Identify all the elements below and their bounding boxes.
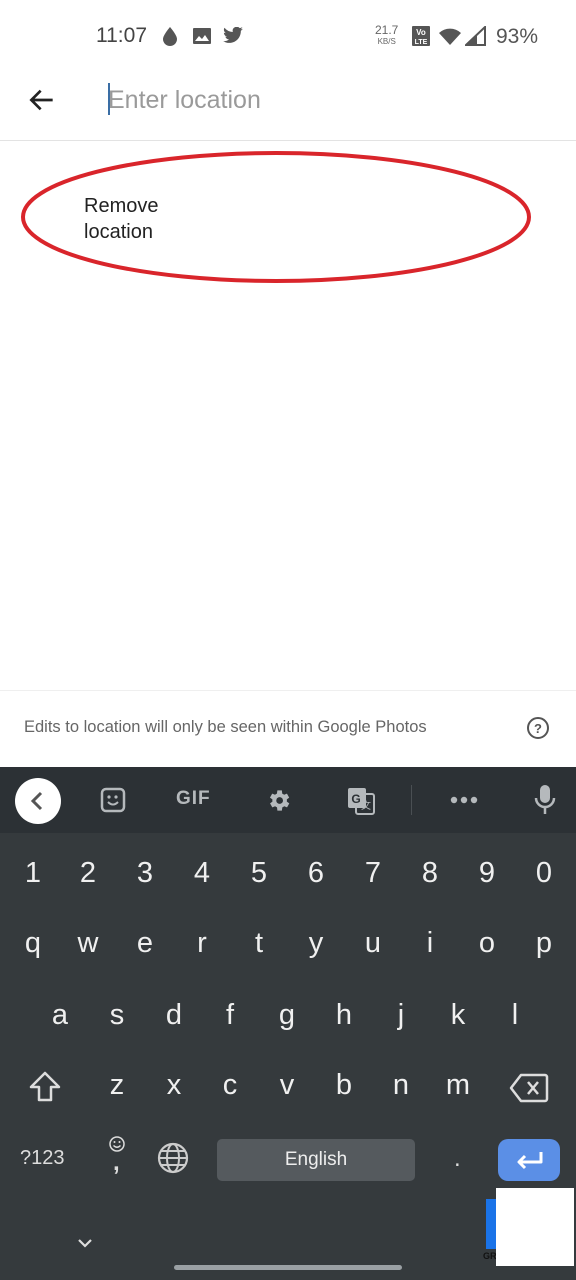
sticker-icon[interactable] <box>100 787 126 813</box>
key-i[interactable]: i <box>410 927 450 960</box>
status-time: 11:07 <box>96 24 147 47</box>
enter-key[interactable] <box>498 1139 560 1181</box>
key-b[interactable]: b <box>324 1069 364 1102</box>
keyboard: GIF G文 1 2 3 4 5 6 7 8 9 0 q w e r t y u… <box>0 767 576 1280</box>
remove-location-label-line1: Remove <box>84 195 159 217</box>
key-j[interactable]: j <box>381 999 421 1032</box>
keyboard-toolbar: GIF G文 <box>0 767 576 833</box>
number-row: 1 2 3 4 5 6 7 8 9 0 <box>0 847 576 903</box>
enter-icon <box>517 1152 543 1170</box>
remove-location-option[interactable]: Remove location <box>84 193 204 245</box>
key-7[interactable]: 7 <box>353 857 393 890</box>
key-q[interactable]: q <box>13 927 53 960</box>
letter-row-1: q w e r t y u i o p <box>0 917 576 973</box>
key-6[interactable]: 6 <box>296 857 336 890</box>
wifi-icon <box>439 28 461 45</box>
key-d[interactable]: d <box>154 999 194 1032</box>
signal-icon <box>465 26 486 46</box>
key-v[interactable]: v <box>267 1069 307 1102</box>
comma-emoji-key[interactable]: , <box>104 1135 130 1179</box>
key-s[interactable]: s <box>97 999 137 1032</box>
period-key[interactable]: . <box>454 1145 461 1173</box>
volte-icon: Vo LTE <box>412 26 430 46</box>
key-2[interactable]: 2 <box>68 857 108 890</box>
watermark-text: GR <box>483 1251 497 1261</box>
location-edit-note: Edits to location will only be seen with… <box>24 718 427 736</box>
text-cursor <box>108 83 110 115</box>
toolbar-separator <box>411 785 412 815</box>
drop-icon <box>163 27 177 46</box>
gear-icon[interactable] <box>265 787 292 814</box>
key-c[interactable]: c <box>210 1069 250 1102</box>
network-speed: 21.7 KB/S <box>375 23 399 47</box>
key-l[interactable]: l <box>495 999 535 1032</box>
key-m[interactable]: m <box>438 1069 478 1102</box>
key-x[interactable]: x <box>154 1069 194 1102</box>
svg-text:文: 文 <box>361 799 371 812</box>
backspace-icon[interactable] <box>509 1073 549 1103</box>
key-n[interactable]: n <box>381 1069 421 1102</box>
twitter-icon <box>223 27 243 43</box>
key-r[interactable]: r <box>182 927 222 960</box>
comma-label: , <box>113 1149 120 1176</box>
key-h[interactable]: h <box>324 999 364 1032</box>
back-button[interactable] <box>26 84 58 116</box>
globe-icon[interactable] <box>156 1141 190 1175</box>
collapse-toolbar-button[interactable] <box>15 778 61 824</box>
key-k[interactable]: k <box>438 999 478 1032</box>
gif-button[interactable]: GIF <box>176 788 211 810</box>
chevron-down-icon[interactable] <box>76 1237 94 1249</box>
watermark-cover <box>496 1188 574 1266</box>
svg-text:?: ? <box>534 721 542 736</box>
key-0[interactable]: 0 <box>524 857 564 890</box>
status-bar: 11:07 21.7 KB/S Vo LTE 93% <box>0 0 576 70</box>
remove-location-label-line2: location <box>84 221 153 243</box>
key-1[interactable]: 1 <box>13 857 53 890</box>
symbols-key[interactable]: ?123 <box>20 1147 65 1170</box>
app-bar <box>0 70 576 141</box>
chevron-left-icon <box>30 791 43 811</box>
network-speed-value: 21.7 <box>375 23 399 37</box>
space-bar[interactable]: English <box>217 1139 415 1181</box>
key-3[interactable]: 3 <box>125 857 165 890</box>
key-f[interactable]: f <box>210 999 250 1032</box>
key-9[interactable]: 9 <box>467 857 507 890</box>
key-p[interactable]: p <box>524 927 564 960</box>
more-icon[interactable] <box>450 796 478 804</box>
battery-level: 93% <box>496 25 539 48</box>
letter-row-2: a s d f g h j k l <box>0 989 576 1045</box>
key-g[interactable]: g <box>267 999 307 1032</box>
mic-icon[interactable] <box>533 784 557 816</box>
svg-text:LTE: LTE <box>415 39 428 46</box>
key-u[interactable]: u <box>353 927 393 960</box>
key-y[interactable]: y <box>296 927 336 960</box>
letter-row-3: z x c v b n m <box>0 1059 576 1115</box>
help-circle-icon[interactable]: ? <box>526 716 550 740</box>
translate-icon[interactable]: G文 <box>347 787 375 815</box>
key-z[interactable]: z <box>97 1069 137 1102</box>
shift-icon[interactable] <box>28 1070 62 1104</box>
svg-text:G: G <box>351 792 360 806</box>
gesture-nav-handle[interactable] <box>174 1265 402 1270</box>
location-input[interactable] <box>108 80 508 120</box>
key-5[interactable]: 5 <box>239 857 279 890</box>
network-speed-unit: KB/S <box>377 37 396 46</box>
key-a[interactable]: a <box>40 999 80 1032</box>
key-t[interactable]: t <box>239 927 279 960</box>
key-w[interactable]: w <box>68 927 108 960</box>
svg-text:Vo: Vo <box>416 28 426 37</box>
key-4[interactable]: 4 <box>182 857 222 890</box>
footer-divider <box>0 690 576 691</box>
key-o[interactable]: o <box>467 927 507 960</box>
image-icon <box>193 28 211 44</box>
key-8[interactable]: 8 <box>410 857 450 890</box>
key-e[interactable]: e <box>125 927 165 960</box>
